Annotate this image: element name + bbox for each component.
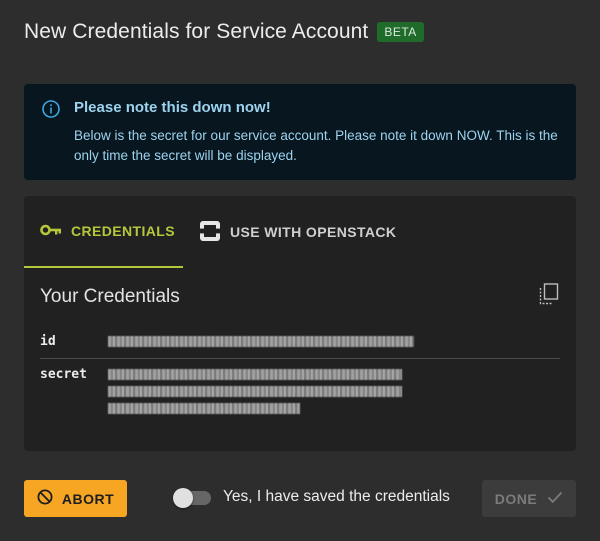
dialog-title: New Credentials for Service Account BETA <box>24 18 424 46</box>
credential-label-id: id <box>40 334 56 349</box>
credentials-card: CREDENTIALS USE WITH OPENSTACK Your Cred… <box>24 196 576 451</box>
copy-icon[interactable] <box>539 283 559 305</box>
tab-openstack[interactable]: USE WITH OPENSTACK <box>199 196 396 268</box>
beta-badge: BETA <box>377 22 424 42</box>
abort-button-label: ABORT <box>61 490 115 507</box>
key-icon <box>40 223 71 240</box>
credential-label-secret: secret <box>40 367 87 382</box>
row-separator <box>40 358 560 359</box>
toggle-thumb <box>173 488 193 508</box>
credential-value-id <box>108 336 414 347</box>
dialog-title-text: New Credentials for Service Account <box>24 20 369 43</box>
done-button-label: DONE <box>494 490 538 507</box>
saved-toggle[interactable] <box>173 488 211 508</box>
abort-button[interactable]: ABORT <box>24 480 127 517</box>
note-title: Please note this down now! <box>74 99 271 116</box>
credentials-heading: Your Credentials <box>40 286 180 307</box>
cancel-icon <box>37 489 62 508</box>
openstack-icon <box>199 220 230 245</box>
note-body: Below is the secret for our service acco… <box>74 128 558 163</box>
tab-credentials[interactable]: CREDENTIALS <box>24 196 183 268</box>
info-icon <box>42 100 60 118</box>
done-button[interactable]: DONE <box>482 480 576 517</box>
saved-toggle-label[interactable]: Yes, I have saved the credentials <box>223 488 450 506</box>
check-icon <box>537 490 563 507</box>
tab-openstack-label: USE WITH OPENSTACK <box>230 224 397 240</box>
tab-credentials-label: CREDENTIALS <box>71 223 175 239</box>
note-banner: Please note this down now! Below is the … <box>24 84 576 180</box>
